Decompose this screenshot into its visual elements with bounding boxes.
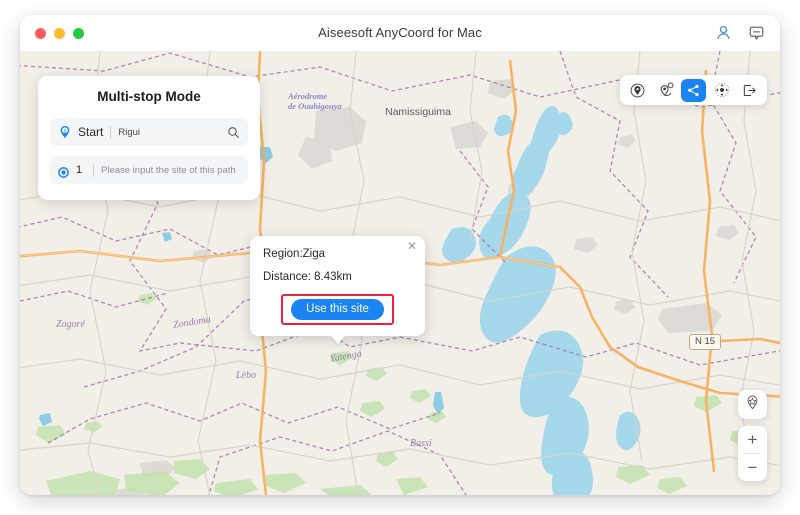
svg-text:S: S [64, 128, 67, 133]
zoom-in-button[interactable]: + [738, 426, 767, 453]
locate-icon[interactable] [625, 79, 650, 102]
stop-input-1[interactable]: Please input the site of this path [101, 165, 240, 176]
start-field-row[interactable]: S Start Rigui [50, 118, 248, 146]
map-mode-toolbar [620, 75, 767, 105]
map-canvas[interactable]: Aérodrome de Ouahigouya Namissiguima Zog… [20, 51, 780, 495]
stop-divider [93, 163, 94, 177]
highlight-box: Use this site [281, 294, 394, 325]
stop-row-1[interactable]: 1 Please input the site of this path [50, 156, 248, 184]
titlebar: Aiseesoft AnyCoord for Mac [20, 15, 780, 52]
favorite-pin-icon [744, 394, 761, 416]
window-title: Aiseesoft AnyCoord for Mac [318, 25, 482, 40]
popup-region-text: Region:Ziga [263, 248, 326, 260]
map-highway-shield: N 15 [689, 334, 722, 350]
account-icon[interactable] [714, 23, 733, 42]
close-icon[interactable]: ✕ [407, 240, 417, 252]
use-this-site-button[interactable]: Use this site [291, 299, 384, 320]
feedback-icon[interactable] [747, 23, 766, 42]
stop-index-1: 1 [76, 164, 83, 176]
zoom-out-button[interactable]: − [738, 454, 767, 481]
add-pin-icon[interactable] [653, 79, 678, 102]
app-window: Aiseesoft AnyCoord for Mac Aérodrome de … [20, 15, 780, 495]
field-divider [110, 125, 112, 139]
start-input[interactable]: Rigui [118, 127, 223, 138]
search-icon[interactable] [227, 126, 240, 139]
zoom-controls: + − [738, 426, 767, 481]
joystick-icon[interactable] [709, 79, 734, 102]
panel-title: Multi-stop Mode [97, 89, 201, 104]
start-pin-icon: S [58, 125, 72, 139]
multi-stop-panel: Multi-stop Mode S Start Rigui 1 Please i… [38, 76, 260, 200]
favorite-pin-button[interactable] [738, 390, 767, 419]
stop-dot-icon [58, 165, 69, 178]
site-info-popup: ✕ Region:Ziga Distance: 8.43km Use this … [250, 236, 425, 336]
start-label: Start [78, 125, 104, 139]
multi-stop-icon[interactable] [681, 78, 706, 102]
popup-action-row: Use this site [263, 294, 412, 325]
exit-icon[interactable] [737, 79, 762, 102]
titlebar-actions [714, 23, 766, 42]
popup-distance-text: Distance: 8.43km [263, 271, 352, 283]
